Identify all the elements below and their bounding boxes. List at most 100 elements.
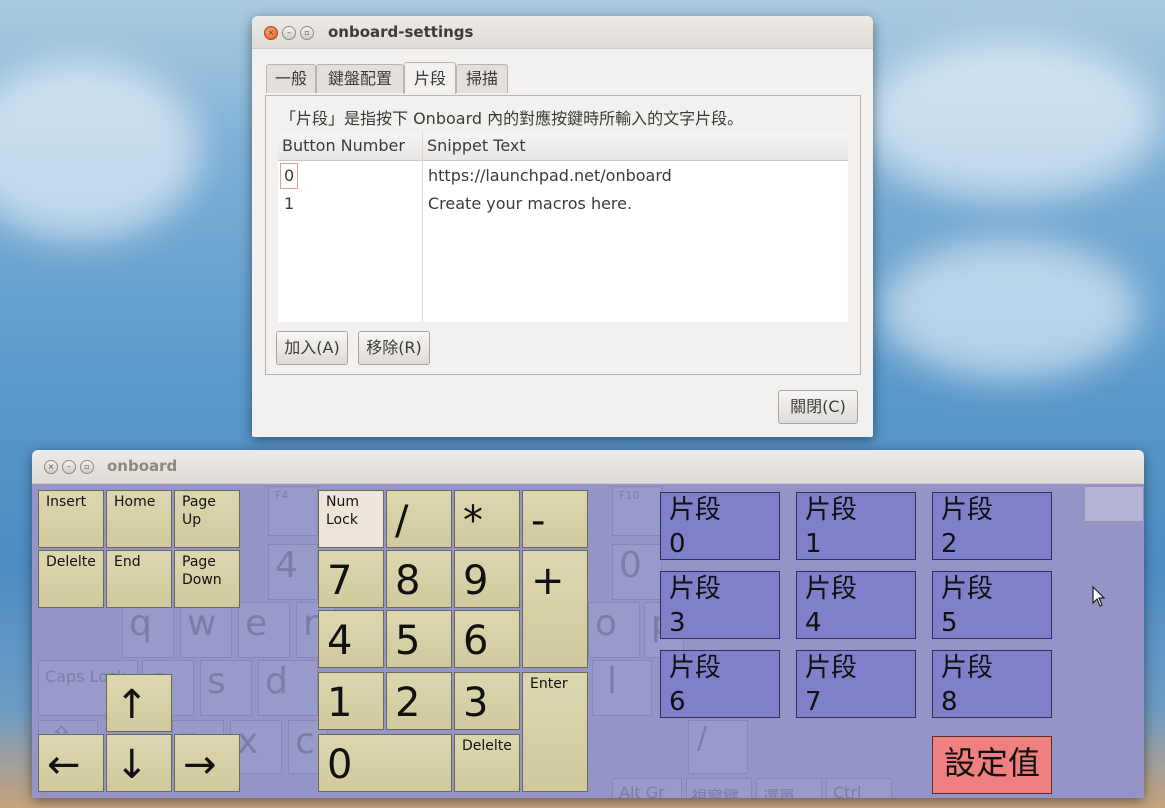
close-window-icon[interactable]: ×: [44, 460, 58, 474]
ghost-key-o: o: [588, 602, 640, 658]
snippet-key-label: 片段: [669, 574, 722, 604]
button-number-cell[interactable]: 0: [280, 163, 299, 189]
snippet-text-cell[interactable]: Create your macros here.: [428, 190, 632, 218]
snippets-description: 「片段」是指按下 Onboard 內的對應按鍵時所輸入的文字片段。: [280, 109, 744, 128]
ghost-key-alt-gr: Alt Gr: [612, 778, 682, 798]
snippet-key-1[interactable]: 片段 1: [796, 492, 916, 560]
key-delete[interactable]: Delelte: [38, 550, 104, 608]
ghost-key-0: 0: [612, 544, 662, 600]
key-num-1[interactable]: 1: [318, 672, 384, 730]
key-label: 5: [395, 618, 421, 664]
key-label: 1: [327, 680, 353, 726]
key-num-8[interactable]: 8: [386, 550, 452, 608]
table-row[interactable]: 1 Create your macros here.: [278, 190, 848, 218]
snippet-key-label: 片段: [669, 495, 722, 525]
key-num-7[interactable]: 7: [318, 550, 384, 608]
key-label: -: [531, 498, 546, 544]
column-header-button-number[interactable]: Button Number: [282, 132, 405, 160]
ghost-key-ctrl: Ctrl: [826, 778, 892, 798]
key-label: Delelte: [462, 738, 512, 754]
snippet-key-number: 4: [805, 608, 822, 638]
key-label: 6: [463, 618, 489, 664]
key-num-2[interactable]: 2: [386, 672, 452, 730]
key-label: Delelte: [46, 554, 96, 570]
arrow-down-icon: ↓: [115, 742, 149, 788]
key-label: *: [463, 498, 483, 544]
key-num-6[interactable]: 6: [454, 610, 520, 668]
keyboard-area: F4 F10 4 0 q w e r o p Caps Lock a s d l…: [32, 484, 1144, 798]
settings-key[interactable]: 設定值: [932, 736, 1052, 794]
snippet-key-4[interactable]: 片段 4: [796, 571, 916, 639]
key-arrow-left[interactable]: ←: [38, 734, 104, 792]
column-header-snippet-text[interactable]: Snippet Text: [427, 132, 526, 160]
maximize-window-icon[interactable]: ▫: [80, 460, 94, 474]
ghost-key-q: q: [122, 602, 174, 658]
key-num-delete[interactable]: Delelte: [454, 734, 520, 792]
remove-button[interactable]: 移除(R): [358, 331, 430, 365]
key-label: 3: [463, 680, 489, 726]
ghost-key-super: 視窗鍵: [686, 778, 752, 798]
snippet-key-label: 片段: [941, 653, 994, 683]
maximize-window-icon[interactable]: ▫: [300, 26, 314, 40]
key-label: /: [395, 498, 409, 544]
snippet-key-5[interactable]: 片段 5: [932, 571, 1052, 639]
snippet-key-7[interactable]: 片段 7: [796, 650, 916, 718]
key-num-0[interactable]: 0: [318, 734, 452, 792]
key-page-down[interactable]: Page Down: [174, 550, 240, 608]
key-num-4[interactable]: 4: [318, 610, 384, 668]
snippet-key-6[interactable]: 片段 6: [660, 650, 780, 718]
key-arrow-up[interactable]: ↑: [106, 674, 172, 732]
snippets-pane: 「片段」是指按下 Onboard 內的對應按鍵時所輸入的文字片段。 Button…: [265, 95, 861, 375]
key-label: Page Up: [182, 494, 216, 528]
key-num-9[interactable]: 9: [454, 550, 520, 608]
ghost-key-menu: 選單: [756, 778, 822, 798]
snippets-table[interactable]: Button Number Snippet Text 0 https://lau…: [278, 132, 848, 322]
key-arrow-right[interactable]: →: [174, 734, 240, 792]
tab-snippets[interactable]: 片段: [404, 62, 456, 94]
close-button[interactable]: 關閉(C): [778, 390, 858, 424]
key-end[interactable]: End: [106, 550, 172, 608]
snippet-key-0[interactable]: 片段 0: [660, 492, 780, 560]
key-label: Home: [114, 494, 156, 510]
key-insert[interactable]: Insert: [38, 490, 104, 548]
key-num-plus[interactable]: +: [522, 550, 588, 668]
onboard-titlebar[interactable]: × – ▫ onboard: [32, 450, 1144, 484]
key-num-lock[interactable]: Num Lock: [318, 490, 384, 548]
key-page-up[interactable]: Page Up: [174, 490, 240, 548]
snippet-key-number: 5: [941, 608, 958, 638]
key-arrow-down[interactable]: ↓: [106, 734, 172, 792]
cloud: [880, 240, 1140, 380]
key-num-multiply[interactable]: *: [454, 490, 520, 548]
snippet-key-label: 片段: [805, 653, 858, 683]
key-num-divide[interactable]: /: [386, 490, 452, 548]
snippet-key-2[interactable]: 片段 2: [932, 492, 1052, 560]
key-label: 7: [327, 558, 353, 604]
key-label: 2: [395, 680, 421, 726]
key-num-3[interactable]: 3: [454, 672, 520, 730]
key-home[interactable]: Home: [106, 490, 172, 548]
tab-scanning[interactable]: 掃描: [456, 64, 508, 93]
snippet-key-label: 片段: [669, 653, 722, 683]
tab-layout[interactable]: 鍵盤配置: [316, 64, 404, 93]
arrow-left-icon: ←: [47, 742, 81, 788]
key-label: +: [531, 558, 565, 604]
key-num-5[interactable]: 5: [386, 610, 452, 668]
add-button[interactable]: 加入(A): [276, 331, 348, 365]
snippet-key-number: 1: [805, 529, 822, 559]
arrow-up-icon: ↑: [115, 682, 149, 728]
button-number-cell[interactable]: 1: [284, 190, 294, 218]
table-row[interactable]: 0 https://launchpad.net/onboard: [278, 162, 848, 190]
settings-window-title: onboard-settings: [328, 23, 474, 41]
close-window-icon[interactable]: ×: [264, 26, 278, 40]
minimize-window-icon[interactable]: –: [282, 26, 296, 40]
snippet-key-8[interactable]: 片段 8: [932, 650, 1052, 718]
settings-titlebar[interactable]: × – ▫ onboard-settings: [252, 16, 873, 49]
key-label: 0: [327, 742, 353, 788]
key-num-enter[interactable]: Enter: [522, 672, 588, 792]
snippet-key-3[interactable]: 片段 3: [660, 571, 780, 639]
tab-general[interactable]: 一般: [266, 64, 316, 93]
snippet-text-cell[interactable]: https://launchpad.net/onboard: [428, 162, 672, 190]
key-num-minus[interactable]: -: [522, 490, 588, 548]
onboard-window: × – ▫ onboard F4 F10 4 0 q w e r o p Cap…: [32, 450, 1144, 798]
minimize-window-icon[interactable]: –: [62, 460, 76, 474]
